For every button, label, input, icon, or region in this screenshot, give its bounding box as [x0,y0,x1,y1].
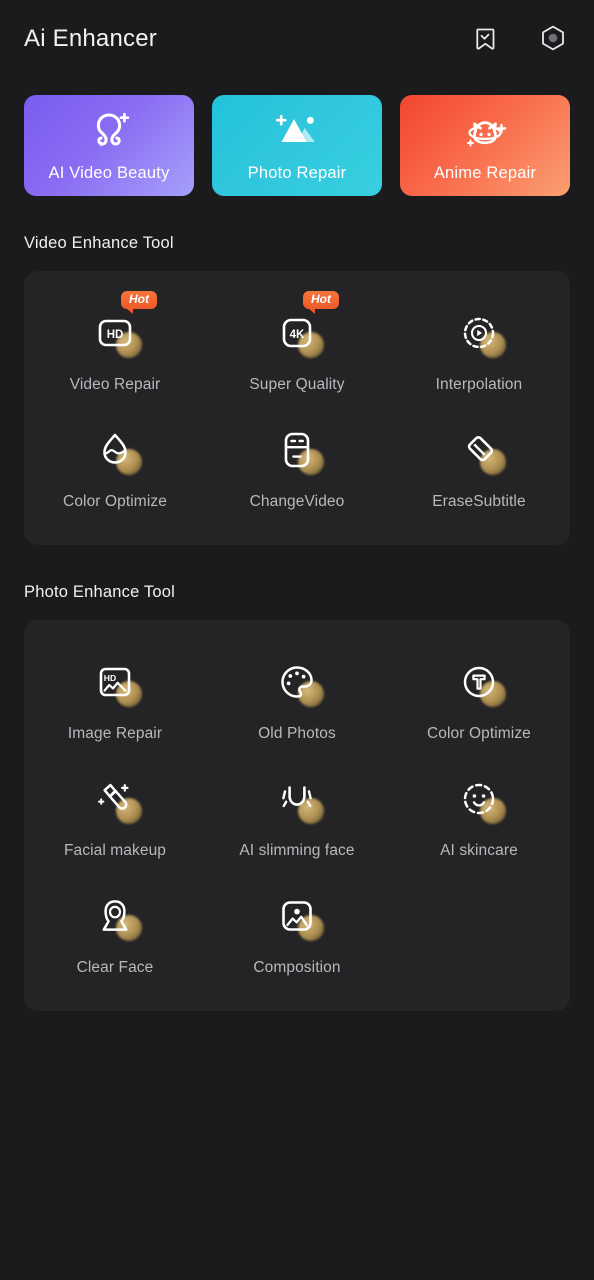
tool-label: Old Photos [258,725,336,742]
panel-video-tools: Hot HD Video Repair Hot 4K Super Quality… [24,271,570,545]
tool-ai-skincare[interactable]: AI skincare [388,759,570,876]
tool-clear-face[interactable]: Clear Face [24,876,206,993]
tool-label: Color Optimize [63,493,167,510]
tool-label: Color Optimize [427,725,531,742]
tool-label: Image Repair [67,725,163,742]
mountain-photo-icon [271,109,323,160]
anime-cat-icon [458,109,512,160]
tool-interpolation[interactable]: Interpolation [388,293,570,410]
tool-old-photos[interactable]: Old Photos [206,642,388,759]
app-header: Ai Enhancer [0,0,594,78]
tool-color-optimize-photo[interactable]: Color Optimize [388,642,570,759]
tool-label: Super Quality [249,376,345,393]
tool-label: AI slimming face [239,842,355,859]
eraser-icon [453,424,506,476]
section-title-photo: Photo Enhance Tool [24,583,175,601]
svg-text:HD: HD [107,329,124,341]
color-picker-icon [453,656,506,708]
tool-composition[interactable]: Composition [206,876,388,993]
tool-image-repair[interactable]: HD Image Repair [24,642,206,759]
face-slim-arc-icon [271,773,324,825]
tool-facial-makeup[interactable]: Facial makeup [24,759,206,876]
hexagon-settings-icon[interactable] [536,22,570,56]
video-panel-icon [271,424,324,476]
app-root: Ai Enhancer AI Video Beauty Photo Repair… [0,0,594,1280]
feature-card-label: AI Video Beauty [48,164,170,182]
section-title-video: Video Enhance Tool [24,234,174,252]
tool-video-repair[interactable]: Hot HD Video Repair [24,291,206,410]
tool-label: Video Repair [69,376,161,393]
droplet-wave-icon [89,424,142,476]
smiley-dashed-icon [453,773,506,825]
feature-card-label: Anime Repair [433,164,537,182]
feature-card-anime-repair[interactable]: Anime Repair [400,95,570,196]
feature-card-photo-repair[interactable]: Photo Repair [212,95,382,196]
hd-badge-icon: HD [89,307,142,359]
lipstick-sparkle-icon [89,773,142,825]
photo-tool-grid: HD Image Repair Old Photos Color Optimiz… [24,642,570,993]
tool-color-optimize-video[interactable]: Color Optimize [24,410,206,527]
video-tool-grid: Hot HD Video Repair Hot 4K Super Quality… [24,291,570,527]
bookmark-check-icon[interactable] [468,22,502,56]
svg-text:HD: HD [104,673,116,683]
dashed-play-icon [453,307,506,359]
portrait-icon [89,890,142,942]
hot-badge: Hot [302,291,339,315]
tool-label: ChangeVideo [249,493,345,510]
feature-card-row: AI Video Beauty Photo Repair Anime Repai… [0,78,594,196]
tool-label: EraseSubtitle [432,493,526,510]
hot-badge: Hot [120,291,157,315]
tool-label: Facial makeup [63,842,167,859]
palette-icon [271,656,324,708]
image-frame-icon [271,890,324,942]
hd-photo-frame-icon: HD [89,656,142,708]
feature-card-label: Photo Repair [247,164,347,182]
tool-label: Composition [253,959,341,976]
feature-card-ai-video-beauty[interactable]: AI Video Beauty [24,95,194,196]
tool-ai-slimming-face[interactable]: AI slimming face [206,759,388,876]
hair-beauty-icon [83,109,135,160]
svg-text:4K: 4K [290,329,305,341]
header-actions [468,22,570,56]
page-title: Ai Enhancer [24,25,157,52]
4k-badge-icon: 4K [271,307,324,359]
tool-super-quality[interactable]: Hot 4K Super Quality [206,291,388,410]
tool-label: Interpolation [435,376,523,393]
tool-label: Clear Face [76,959,154,976]
tool-label: AI skincare [440,842,518,859]
panel-photo-tools: HD Image Repair Old Photos Color Optimiz… [24,620,570,1011]
tool-change-video[interactable]: ChangeVideo [206,410,388,527]
tool-erase-subtitle[interactable]: EraseSubtitle [388,410,570,527]
